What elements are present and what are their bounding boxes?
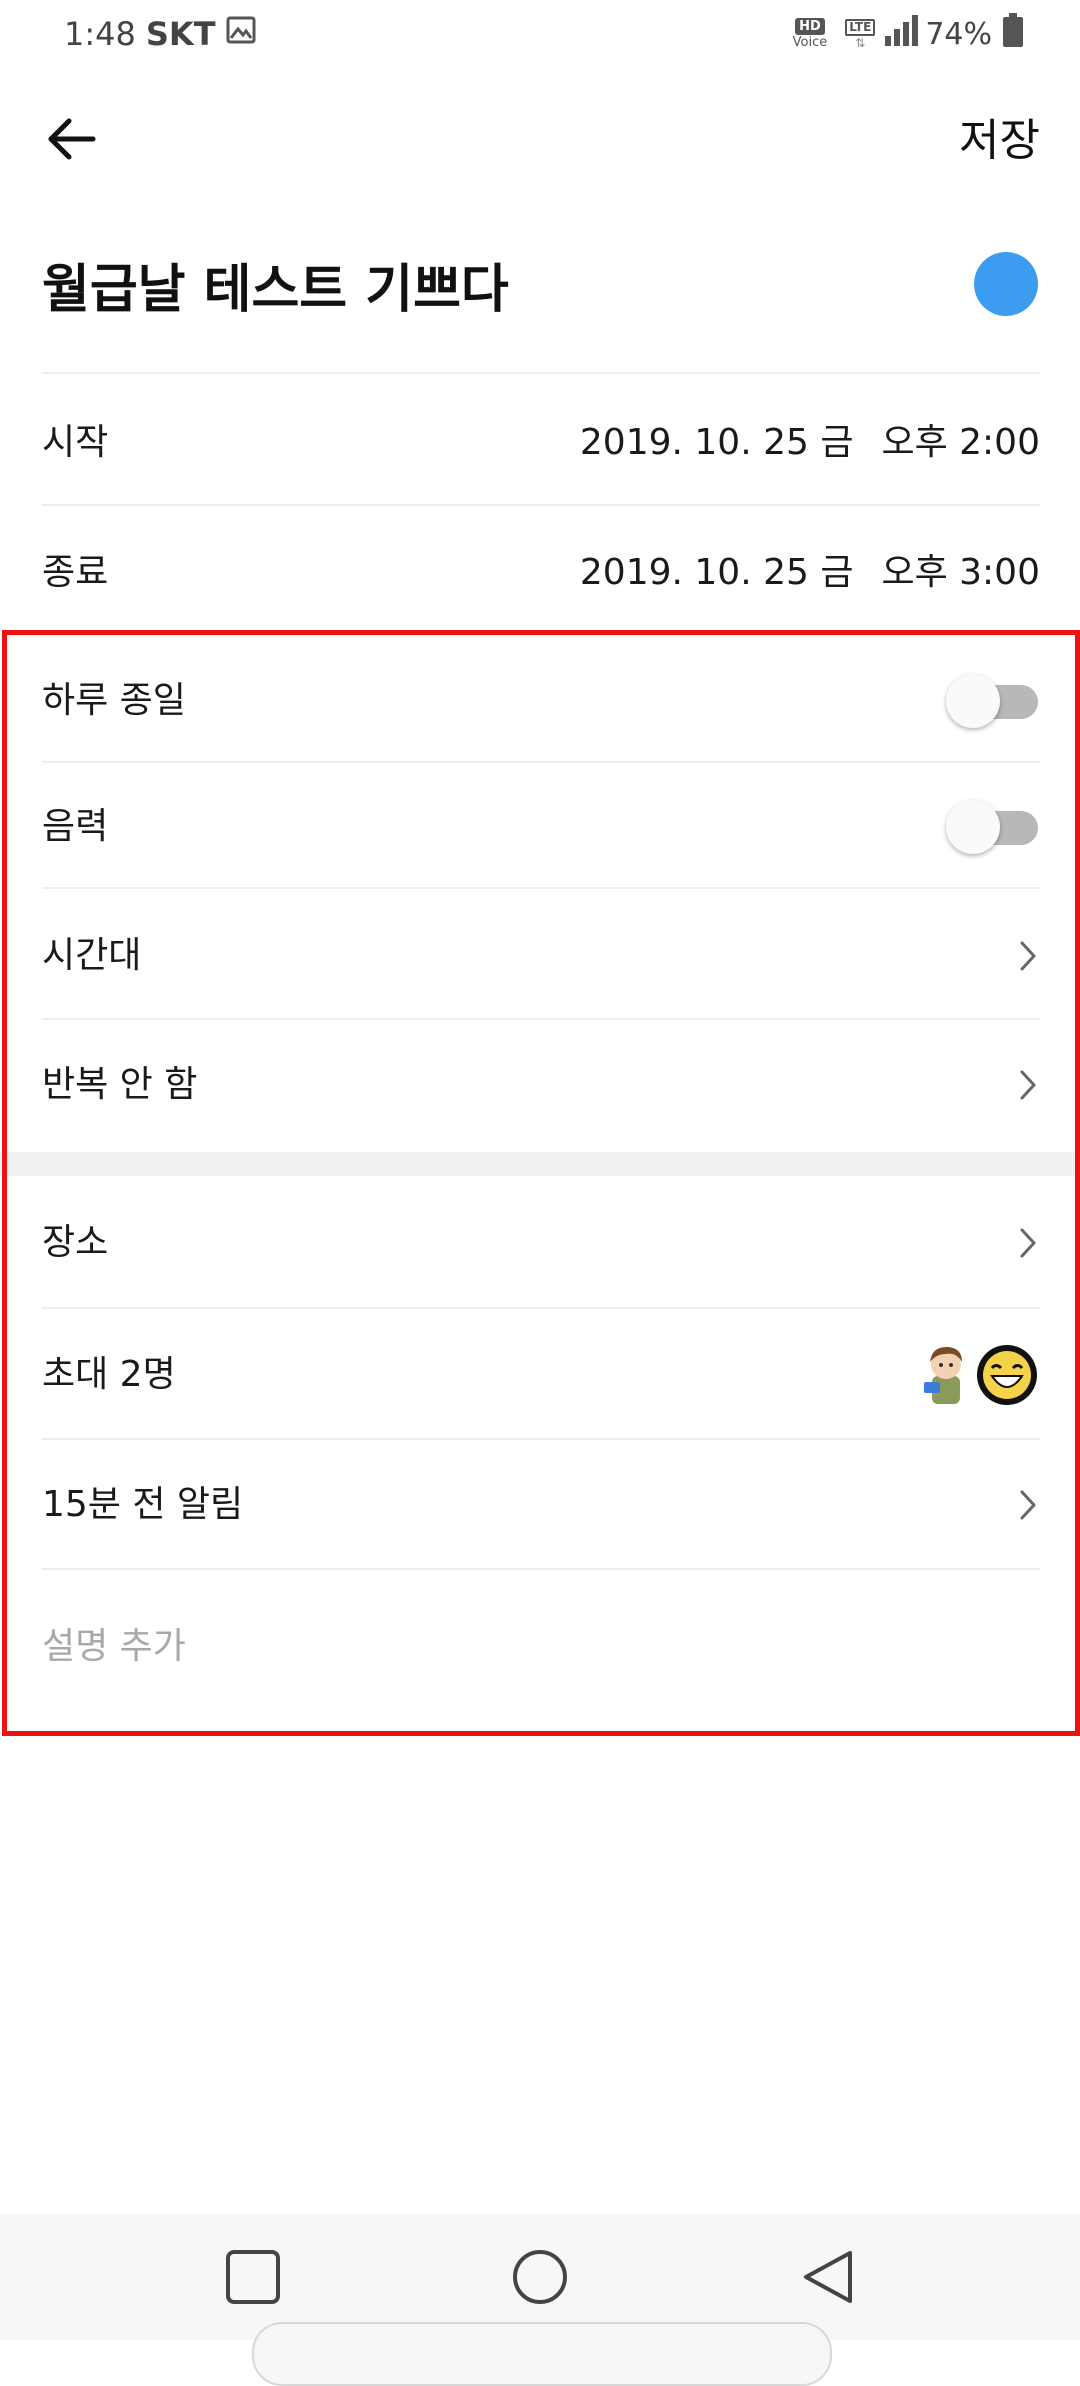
divider xyxy=(42,372,1040,374)
app-bar: 저장 xyxy=(0,90,1080,190)
system-back-button[interactable] xyxy=(793,2242,863,2312)
gesture-handle[interactable] xyxy=(252,2322,832,2386)
divider xyxy=(42,887,1040,889)
voice-label: Voice xyxy=(792,35,828,50)
gallery-notification-icon xyxy=(226,15,256,53)
status-bar: 1:48 SKT HD Voice LTE ⇅ 74% xyxy=(0,0,1080,70)
lunar-row[interactable]: 음력 xyxy=(42,762,1040,892)
arrow-left-icon xyxy=(45,115,97,167)
data-arrows-icon: ⇅ xyxy=(855,35,866,50)
divider xyxy=(42,1307,1040,1309)
recent-apps-button[interactable] xyxy=(218,2242,288,2312)
start-time[interactable]: 오후 2:00 xyxy=(881,422,1040,463)
event-color-button[interactable] xyxy=(974,252,1038,316)
lunar-toggle[interactable] xyxy=(946,800,1038,854)
lte-label: LTE xyxy=(845,18,876,36)
alarm-label: 15분 전 알림 xyxy=(42,1484,244,1525)
status-time: 1:48 xyxy=(64,15,136,53)
end-value[interactable]: 2019. 10. 25 금 오후 3:00 xyxy=(580,508,1040,638)
repeat-row[interactable]: 반복 안 함 xyxy=(42,1020,1040,1150)
invitee-avatars xyxy=(924,1345,1037,1405)
chevron-right-icon xyxy=(1020,1228,1036,1258)
status-left: 1:48 SKT xyxy=(64,12,256,56)
square-icon xyxy=(226,2250,280,2304)
lunar-label: 음력 xyxy=(42,806,109,847)
end-label: 종료 xyxy=(42,552,109,593)
avatar-boy-icon xyxy=(924,1346,962,1404)
divider xyxy=(42,504,1040,506)
status-right: HD Voice LTE ⇅ 74% xyxy=(793,12,1024,56)
back-button[interactable] xyxy=(36,106,106,176)
all-day-label: 하루 종일 xyxy=(42,680,186,721)
chevron-right-icon xyxy=(1020,1070,1036,1100)
navigation-bar xyxy=(0,2214,1080,2386)
all-day-toggle[interactable] xyxy=(946,674,1038,728)
hd-voice-icon: HD Voice xyxy=(792,18,828,50)
chevron-right-icon xyxy=(1020,1490,1036,1520)
event-title-row: 월급날 테스트 기쁘다 xyxy=(42,222,1040,362)
all-day-row[interactable]: 하루 종일 xyxy=(42,636,1040,766)
timezone-row[interactable]: 시간대 xyxy=(42,891,1040,1021)
battery-icon xyxy=(1002,13,1024,55)
end-time[interactable]: 오후 3:00 xyxy=(881,552,1040,593)
toggle-knob xyxy=(946,674,1000,728)
section-separator xyxy=(0,1152,1080,1176)
save-button[interactable]: 저장 xyxy=(959,108,1040,174)
lte-icon: LTE ⇅ xyxy=(845,18,876,50)
description-input[interactable]: 설명 추가 xyxy=(42,1582,186,1712)
divider xyxy=(42,1568,1040,1570)
home-button[interactable] xyxy=(505,2242,575,2312)
location-row[interactable]: 장소 xyxy=(42,1178,1040,1308)
toggle-knob xyxy=(946,800,1000,854)
timezone-label: 시간대 xyxy=(42,935,142,976)
start-value[interactable]: 2019. 10. 25 금 오후 2:00 xyxy=(580,378,1040,508)
signal-icon xyxy=(883,14,919,54)
event-title-input[interactable]: 월급날 테스트 기쁘다 xyxy=(42,252,509,328)
start-row[interactable]: 시작 2019. 10. 25 금 오후 2:00 xyxy=(42,378,1040,508)
battery-percent: 74% xyxy=(925,16,992,52)
location-label: 장소 xyxy=(42,1222,109,1263)
invite-label: 초대 2명 xyxy=(42,1354,176,1395)
triangle-left-icon xyxy=(804,2251,852,2303)
hd-label: HD xyxy=(795,18,825,35)
chevron-right-icon xyxy=(1020,941,1036,971)
start-date[interactable]: 2019. 10. 25 금 xyxy=(580,422,854,463)
start-label: 시작 xyxy=(42,422,109,463)
avatar-laughing-face-icon xyxy=(977,1345,1037,1405)
status-carrier: SKT xyxy=(145,15,216,53)
description-row[interactable]: 설명 추가 xyxy=(42,1582,1040,1712)
circle-icon xyxy=(513,2250,567,2304)
end-date[interactable]: 2019. 10. 25 금 xyxy=(580,552,854,593)
repeat-label: 반복 안 함 xyxy=(42,1064,198,1105)
invite-row[interactable]: 초대 2명 xyxy=(42,1310,1040,1440)
end-row[interactable]: 종료 2019. 10. 25 금 오후 3:00 xyxy=(42,508,1040,638)
alarm-row[interactable]: 15분 전 알림 xyxy=(42,1440,1040,1570)
